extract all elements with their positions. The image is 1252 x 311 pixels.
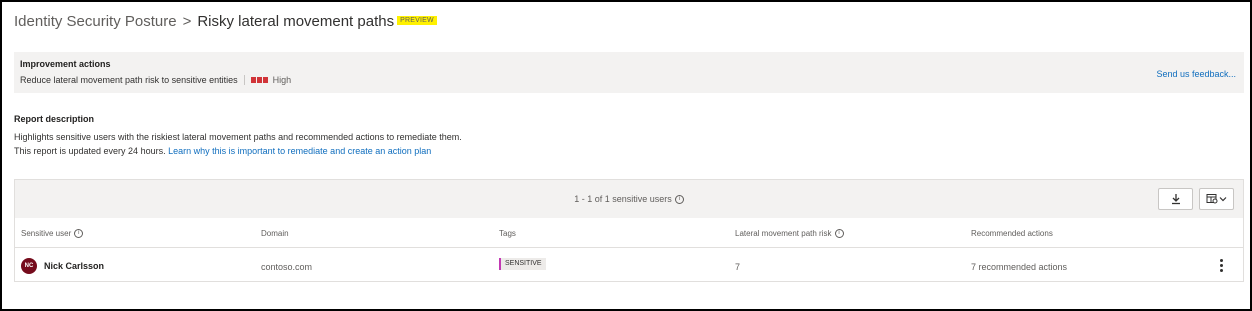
sensitive-users-table: 1 - 1 of 1 sensitive users i Sensitive us… (14, 179, 1244, 282)
table-row[interactable]: NC Nick Carlsson contoso.com SENSITIVE 7… (15, 249, 1243, 282)
divider (243, 75, 245, 85)
more-icon[interactable] (1215, 257, 1227, 273)
user-name[interactable]: Nick Carlsson (44, 261, 104, 271)
domain-cell: contoso.com (261, 262, 313, 272)
info-icon[interactable]: i (834, 229, 844, 239)
improvement-action-text: Reduce lateral movement path risk to sen… (20, 75, 238, 85)
page-title: Risky lateral movement paths (197, 13, 395, 30)
column-header-tags[interactable]: Tags (499, 229, 516, 238)
column-settings-button[interactable] (1199, 188, 1234, 210)
column-header-label: Lateral movement path risk (735, 229, 832, 238)
risk-level-label: High (272, 75, 292, 85)
column-header-recommended-actions[interactable]: Recommended actions (971, 229, 1053, 238)
report-update-text: This report is updated every 24 hours. (14, 146, 166, 156)
report-description-line2: This report is updated every 24 hours. L… (14, 146, 431, 156)
table-header: Sensitive user i Domain Tags Lateral move… (15, 218, 1243, 248)
send-feedback-link[interactable]: Send us feedback... (1156, 69, 1236, 79)
breadcrumb-identity-security-posture[interactable]: Identity Security Posture (14, 13, 177, 30)
breadcrumb-separator: > (182, 13, 192, 30)
report-description-line1: Highlights sensitive users with the risk… (14, 132, 462, 142)
improvement-actions-heading: Improvement actions (20, 59, 111, 69)
risk-cell: 7 (735, 262, 741, 272)
column-header-domain[interactable]: Domain (261, 229, 289, 238)
table-toolbar: 1 - 1 of 1 sensitive users i (15, 180, 1243, 218)
avatar: NC (21, 258, 37, 274)
risk-level-icon (250, 77, 268, 83)
result-count-text: 1 - 1 of 1 sensitive users (574, 194, 672, 204)
result-count: 1 - 1 of 1 sensitive users i (15, 194, 1243, 205)
column-header-lateral-movement-path-risk[interactable]: Lateral movement path risk i (735, 229, 844, 239)
column-header-sensitive-user[interactable]: Sensitive user i (21, 229, 84, 239)
info-icon[interactable]: i (74, 229, 84, 239)
page-header: Identity Security Posture > Risky latera… (14, 13, 437, 30)
info-icon[interactable]: i (674, 195, 684, 205)
recommended-actions-cell: 7 recommended actions (971, 262, 1068, 272)
download-icon (1171, 194, 1180, 205)
report-description-heading: Report description (14, 114, 95, 124)
column-settings-icon (1206, 194, 1226, 204)
improvement-action-row: Reduce lateral movement path risk to sen… (20, 75, 291, 85)
preview-badge: PREVIEW (397, 16, 437, 25)
learn-more-link[interactable]: Learn why this is important to remediate… (168, 146, 431, 156)
download-button[interactable] (1158, 188, 1193, 210)
tag-badge: SENSITIVE (499, 258, 546, 270)
page-frame: Identity Security Posture > Risky latera… (0, 0, 1252, 311)
column-header-label: Sensitive user (21, 229, 72, 238)
improvement-actions-panel: Improvement actions Reduce lateral movem… (14, 52, 1244, 93)
